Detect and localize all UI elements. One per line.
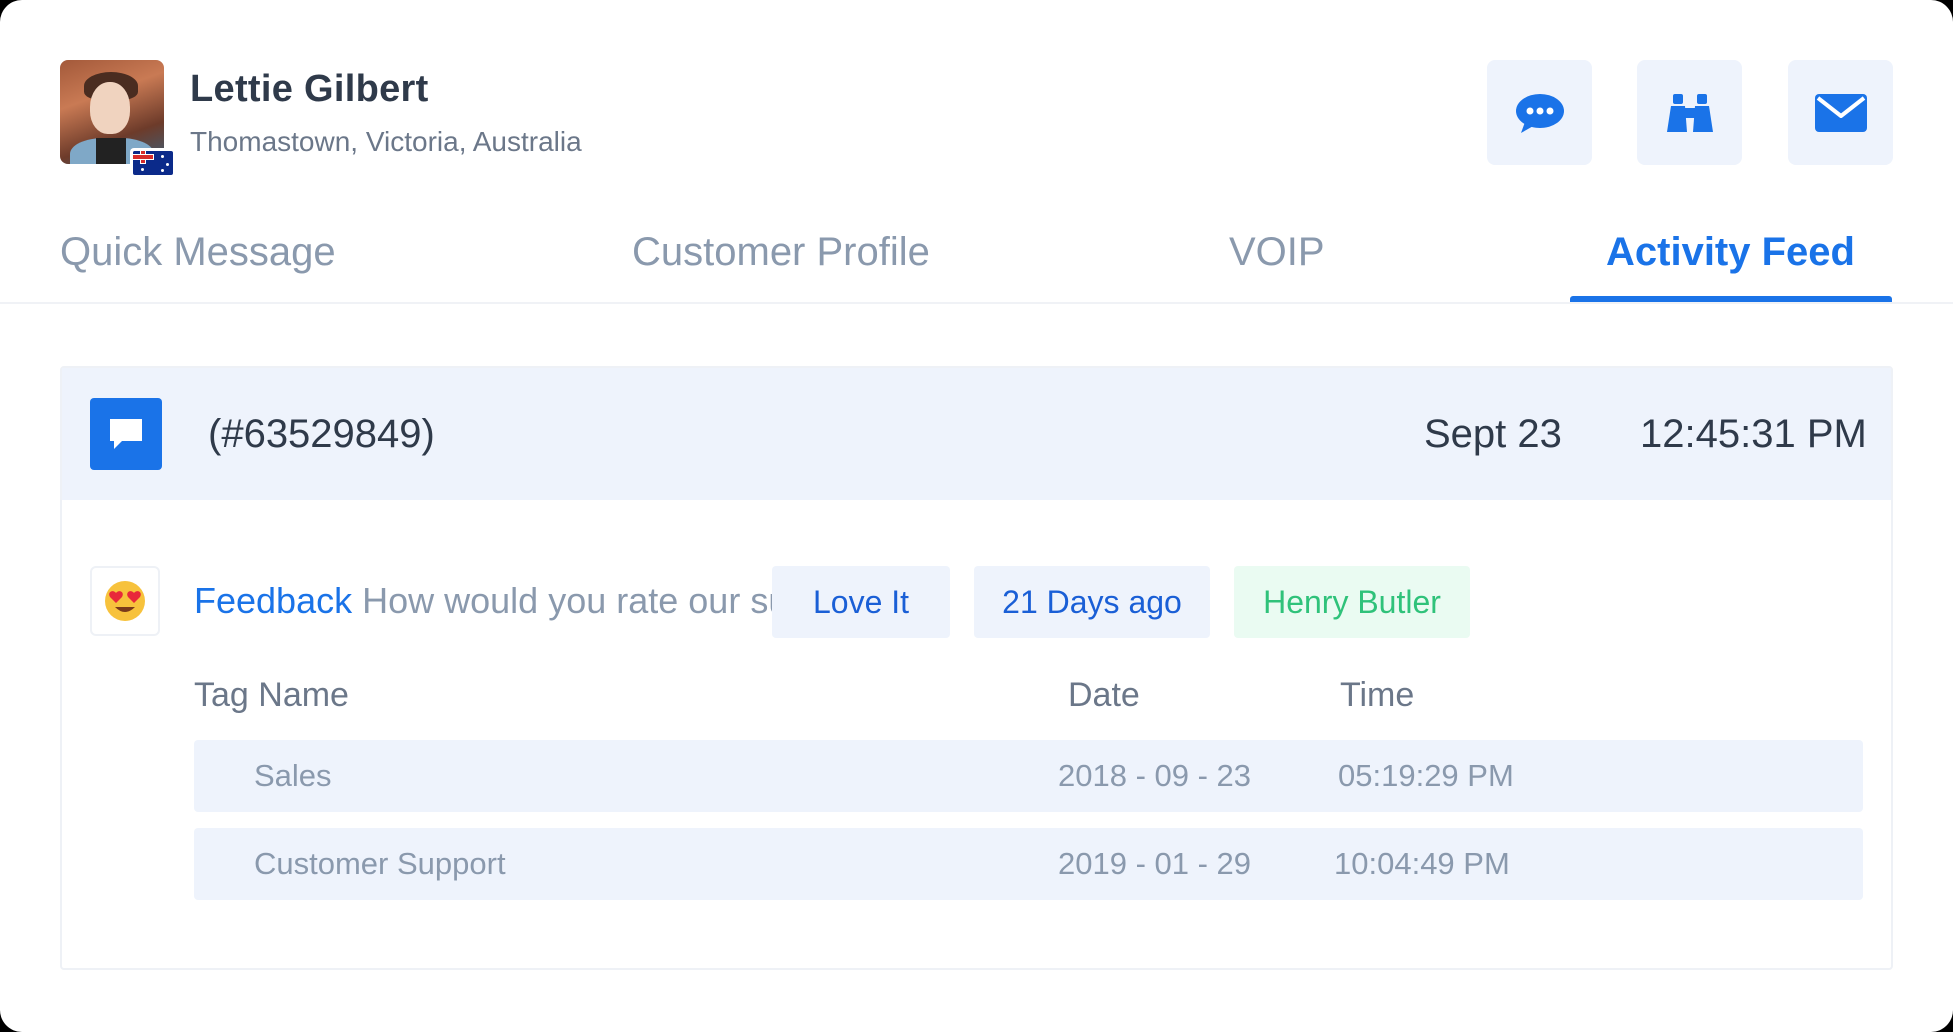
- time-cell: 10:04:49 PM: [1334, 846, 1510, 881]
- binoculars-icon: [1666, 93, 1713, 132]
- active-tab-indicator: [1570, 296, 1892, 302]
- customer-card: Lettie Gilbert Thomastown, Victoria, Aus…: [0, 0, 1953, 1032]
- rating-badge: Love It: [772, 566, 950, 638]
- age-badge: 21 Days ago: [974, 566, 1210, 638]
- australia-flag-icon: [130, 148, 176, 178]
- chat-button[interactable]: [1487, 60, 1592, 165]
- date-cell: 2018 - 09 - 23: [1058, 758, 1252, 793]
- feedback-label: Feedback: [194, 580, 353, 621]
- tab-activity-feed[interactable]: Activity Feed: [1606, 230, 1855, 275]
- feed-item-header: (#63529849) Sept 23 12:45:31 PM: [62, 368, 1891, 500]
- column-header-date: Date: [1068, 676, 1140, 714]
- date-cell: 2019 - 01 - 29: [1058, 846, 1252, 881]
- table-row[interactable]: Customer Support 2019 - 01 - 29 10:04:49…: [194, 828, 1863, 900]
- tag-name-cell: Sales: [254, 758, 332, 793]
- table-row[interactable]: Sales 2018 - 09 - 23 05:19:29 PM: [194, 740, 1863, 812]
- feed-date: Sept 23: [1424, 412, 1562, 456]
- activity-feed-item: (#63529849) Sept 23 12:45:31 PM Feedback…: [60, 366, 1893, 970]
- column-header-tag-name: Tag Name: [194, 676, 349, 714]
- customer-name: Lettie Gilbert: [190, 68, 429, 110]
- tag-name-cell: Customer Support: [254, 846, 506, 881]
- tab-bar: Quick Message Customer Profile VOIP Acti…: [0, 220, 1953, 304]
- tab-quick-message[interactable]: Quick Message: [60, 230, 336, 275]
- column-header-time: Time: [1340, 676, 1415, 714]
- heart-eyes-emoji-icon: [90, 566, 160, 636]
- chat-icon: [1515, 93, 1564, 133]
- mail-button[interactable]: [1788, 60, 1893, 165]
- tab-voip[interactable]: VOIP: [1229, 230, 1325, 275]
- message-icon: [90, 398, 162, 470]
- mail-icon: [1814, 93, 1867, 132]
- binoculars-button[interactable]: [1637, 60, 1742, 165]
- time-cell: 05:19:29 PM: [1338, 758, 1514, 793]
- feed-time: 12:45:31 PM: [1640, 412, 1867, 456]
- tab-customer-profile[interactable]: Customer Profile: [632, 230, 930, 275]
- agent-badge[interactable]: Henry Butler: [1234, 566, 1470, 638]
- customer-location: Thomastown, Victoria, Australia: [190, 126, 582, 157]
- ticket-number: (#63529849): [208, 412, 435, 456]
